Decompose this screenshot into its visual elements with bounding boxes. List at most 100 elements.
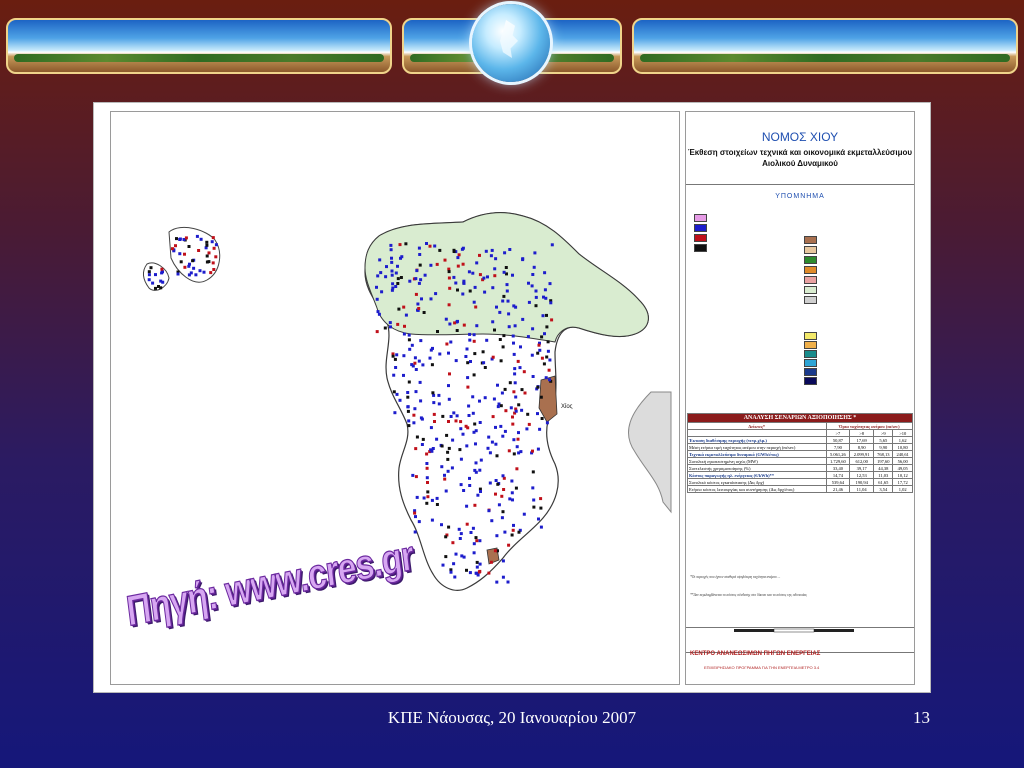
- wind-dot: [501, 559, 505, 563]
- legend-swatch-red: [694, 234, 707, 242]
- wind-dot: [406, 405, 410, 409]
- wind-dot: [527, 281, 530, 285]
- wind-dot: [501, 434, 505, 438]
- wind-dot: [508, 497, 512, 501]
- table-cell: 5.061,26: [825, 450, 851, 458]
- table-cell: 50,87: [825, 436, 851, 444]
- wind-dot: [425, 242, 428, 245]
- legend-heading: ΥΠΟΜΝΗΜΑ: [775, 193, 825, 200]
- wind-dot: [478, 399, 481, 403]
- wind-dot: [407, 338, 411, 342]
- north-protected-zone: [364, 212, 649, 343]
- wind-dot: [548, 378, 551, 382]
- wind-dot: [447, 397, 451, 401]
- wind-dot: [392, 390, 396, 394]
- wind-dot: [406, 395, 410, 399]
- threshold: >10: [892, 429, 913, 437]
- table-row-label: Έκταση διαθέσιμης περιοχής (τετρ.χλμ.): [687, 436, 827, 444]
- wind-dot: [207, 251, 211, 255]
- wind-dot: [486, 275, 489, 279]
- wind-dot: [402, 305, 406, 309]
- wind-dot: [516, 437, 520, 441]
- table-row: Έκταση διαθέσιμης περιοχής (τετρ.χλμ.) 50…: [687, 436, 913, 444]
- wind-dot: [475, 565, 479, 569]
- wind-dot: [540, 417, 544, 420]
- table-cell: 1,62: [892, 436, 913, 444]
- wind-dot: [545, 313, 548, 317]
- wind-dot: [465, 444, 469, 448]
- wind-dot: [154, 273, 157, 277]
- wind-dot: [187, 245, 191, 248]
- table-row-label: Τεχνικά εκμεταλλεύσιμο δυναμικό (GWh/έτο…: [687, 450, 827, 458]
- org-program: ΕΠΙΧΕΙΡΗΣΙΑΚΟ ΠΡΟΓΡΑΜΜΑ ΓΙΑ ΤΗΝ ΕΝΕΡΓΕΙΑ…: [704, 665, 820, 670]
- wind-dot: [453, 575, 457, 579]
- wind-dot: [536, 351, 540, 355]
- wind-dot: [415, 495, 419, 499]
- wind-dot: [500, 516, 504, 520]
- wind-dot: [474, 429, 478, 433]
- wind-dot: [541, 314, 545, 318]
- wind-dot: [184, 236, 188, 240]
- wind-dot: [491, 355, 495, 359]
- wind-dot: [411, 473, 415, 477]
- wind-dot: [519, 345, 522, 349]
- wind-dot: [501, 575, 505, 579]
- wind-dot: [432, 412, 436, 416]
- wind-dot: [435, 262, 439, 266]
- wind-dot: [389, 243, 393, 247]
- wind-dot: [491, 415, 495, 419]
- wind-dot: [375, 330, 379, 334]
- wind-dot: [418, 263, 422, 267]
- turkey-coast: [627, 391, 672, 514]
- wind-dot: [464, 424, 468, 428]
- wind-dot: [495, 305, 498, 309]
- wind-dot: [534, 289, 538, 293]
- wind-dot: [472, 373, 476, 377]
- wind-dot: [500, 391, 504, 395]
- wind-dot: [417, 281, 421, 285]
- wind-dot: [523, 391, 527, 395]
- wind-dot: [444, 535, 448, 539]
- wind-dot: [420, 443, 424, 446]
- wind-dot: [501, 345, 505, 349]
- wind-dot: [429, 263, 433, 267]
- wind-dot: [499, 359, 503, 363]
- threshold: >7: [825, 429, 851, 437]
- wind-dot: [547, 368, 551, 372]
- wind-dot: [391, 282, 395, 286]
- wind-dot: [540, 356, 544, 360]
- wind-dot: [459, 457, 463, 461]
- wind-dot: [375, 297, 379, 301]
- wind-dot: [448, 322, 452, 326]
- wind-dot: [465, 568, 468, 572]
- table-cell: 17,69: [849, 436, 875, 444]
- table-row-label: Συνολική εγκατεστημένη ισχύς (MW): [687, 457, 827, 465]
- wind-dot: [521, 258, 525, 262]
- wind-dot: [548, 282, 552, 286]
- table-cell: 44,38: [873, 464, 894, 472]
- wind-dot: [437, 393, 441, 397]
- legend-swatch-pink: [694, 214, 707, 222]
- wind-dot: [484, 249, 488, 253]
- table-row: Συντελεστής χρησιμοποίησης (%) 33,40 39,17…: [687, 464, 913, 472]
- wind-dot: [501, 474, 505, 478]
- table-row: Κόστος παραγωγής ηλ. ενέργειας (€/kWh)**…: [687, 471, 913, 479]
- wind-dot: [469, 360, 472, 363]
- wind-dot: [425, 476, 429, 480]
- wind-dot: [414, 390, 418, 394]
- wind-dot: [444, 555, 448, 559]
- wind-dot: [522, 512, 526, 516]
- table-row: Τεχνικά εκμεταλλεύσιμο δυναμικό (GWh/έτο…: [687, 450, 913, 458]
- wind-dot: [415, 269, 419, 273]
- wind-dot: [413, 407, 417, 411]
- wind-dot: [394, 366, 398, 369]
- wind-dot: [391, 354, 395, 358]
- wind-dot: [461, 292, 465, 296]
- wind-dot: [390, 273, 394, 277]
- wind-dot: [432, 401, 436, 405]
- wind-dot: [159, 279, 163, 283]
- table-row-label: Συντελεστής χρησιμοποίησης (%): [687, 464, 827, 472]
- wind-dot: [398, 398, 402, 402]
- table-cell: 17,72: [892, 478, 913, 486]
- org-name: ΚΕΝΤΡΟ ΑΝΑΝΕΩΣΙΜΩΝ ΠΗΓΩΝ ΕΝΕΡΓΕΙΑΣ: [690, 651, 821, 657]
